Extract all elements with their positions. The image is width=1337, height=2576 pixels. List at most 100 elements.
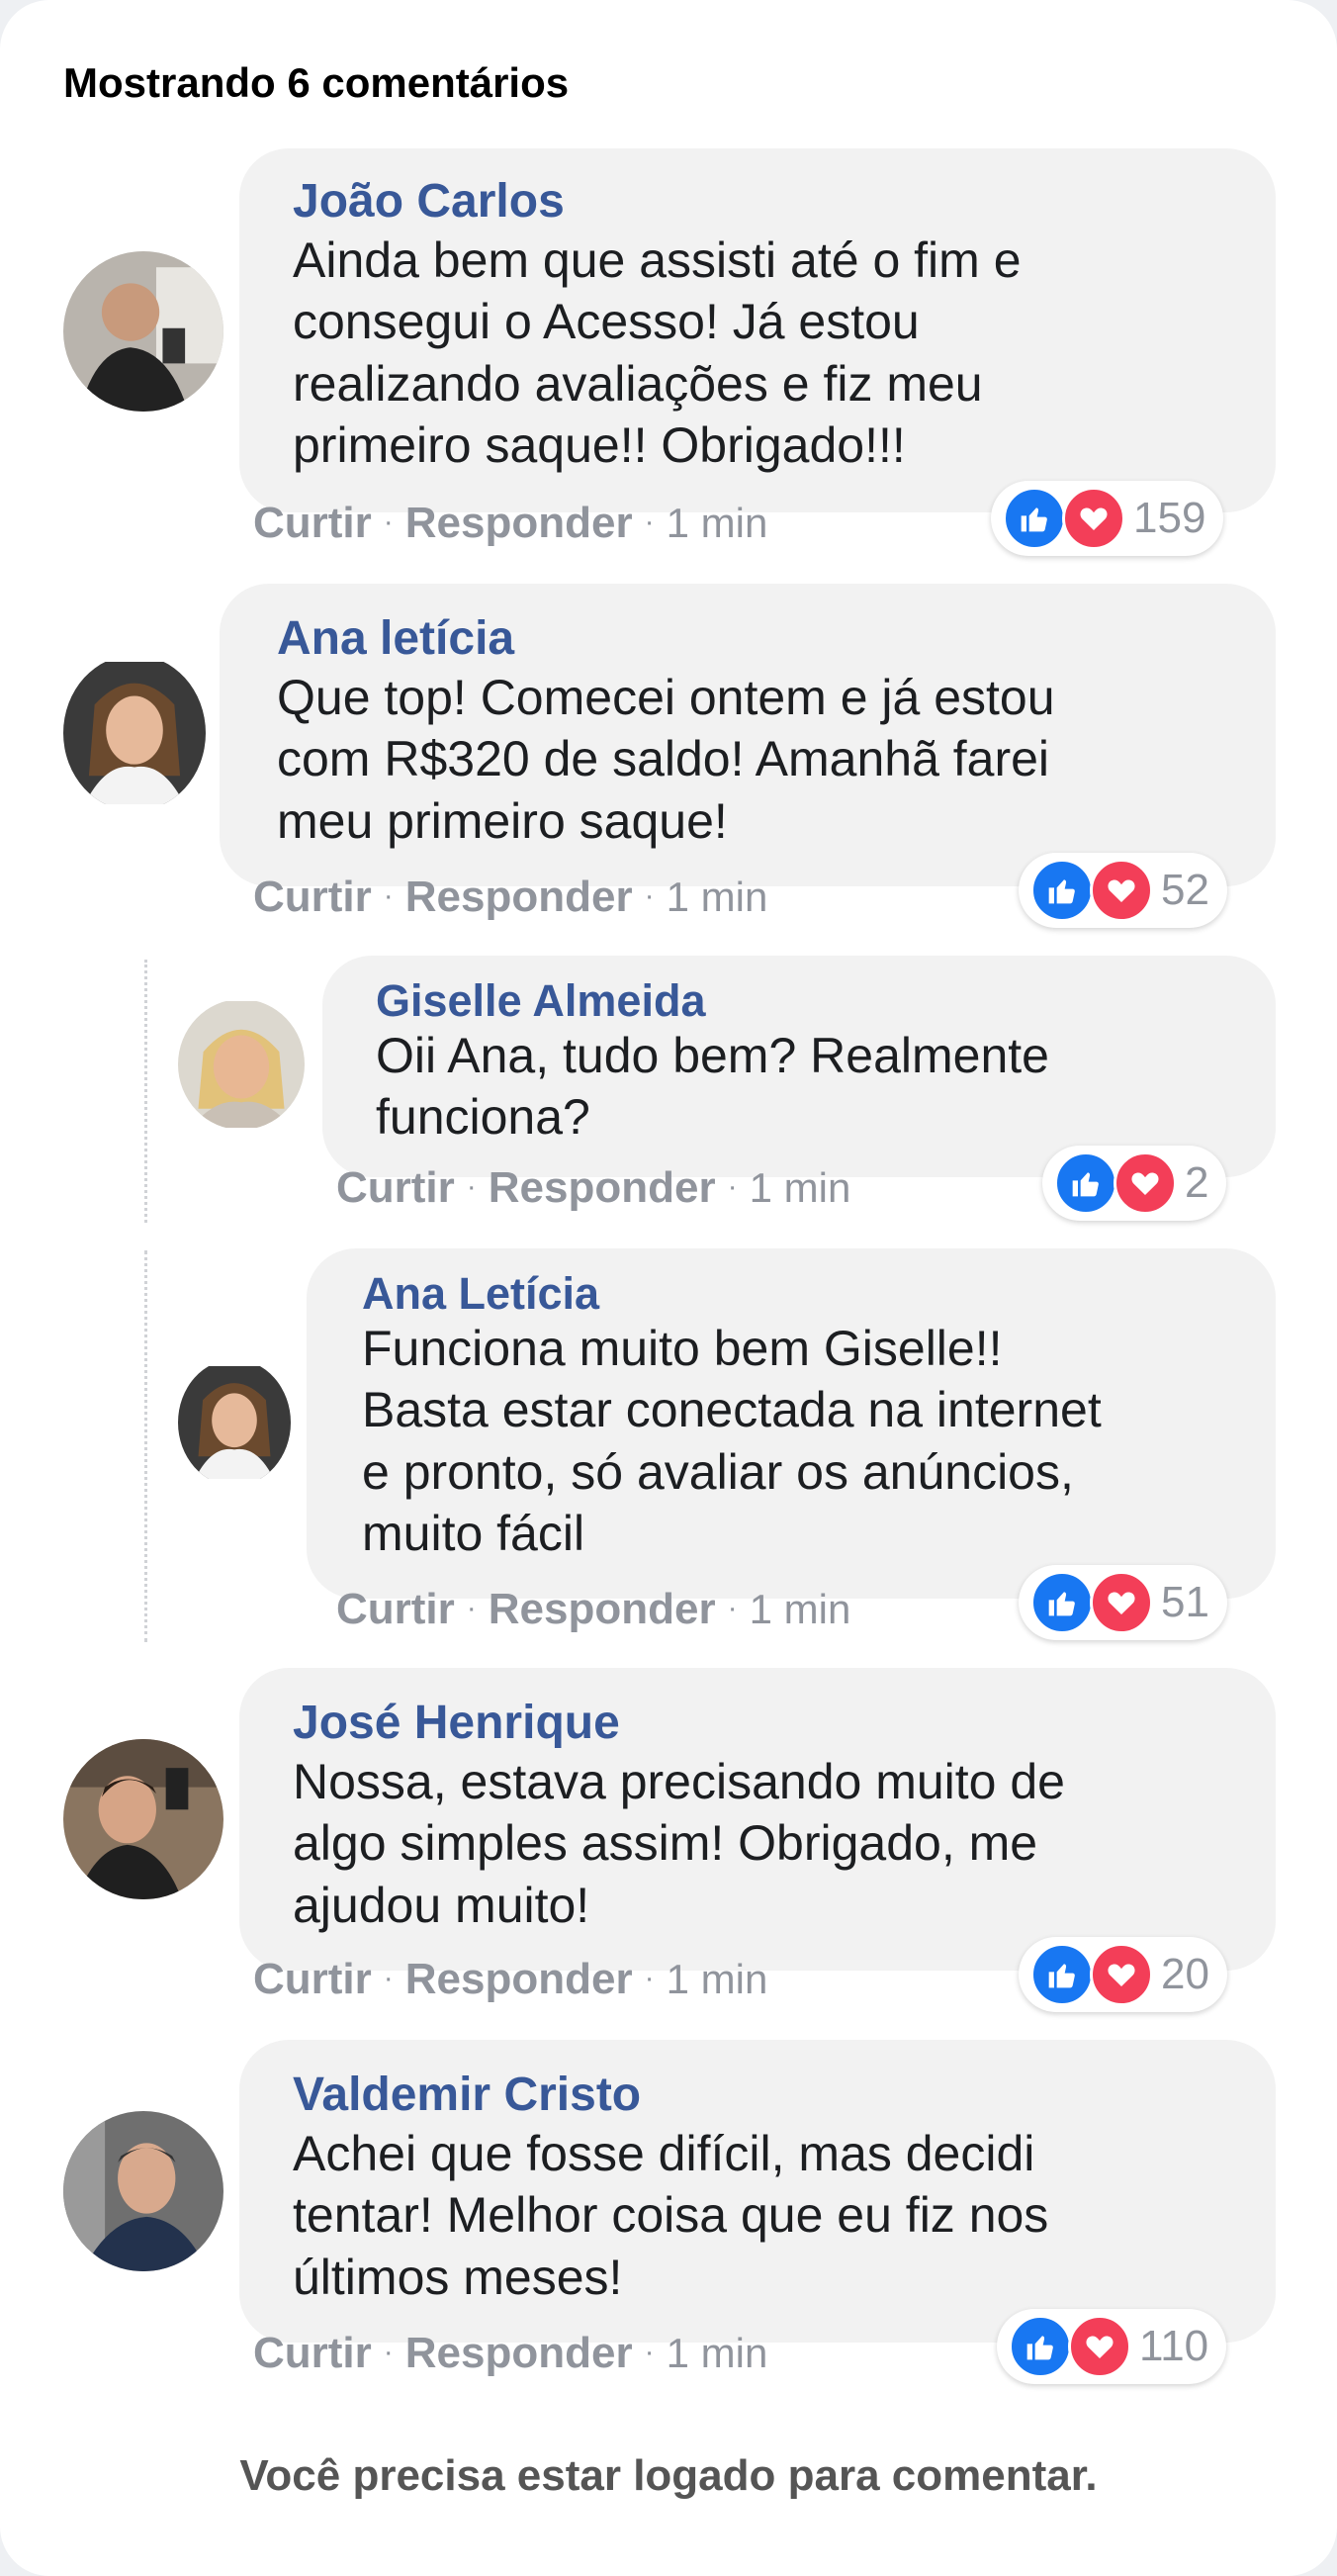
- comment-text-line: Funciona muito bem Giselle!!: [362, 1321, 1003, 1376]
- separator: ·: [727, 1170, 738, 1203]
- avatar[interactable]: [63, 251, 223, 412]
- comment-time: 1 min: [749, 1164, 851, 1211]
- comment-author[interactable]: José Henrique: [293, 1696, 620, 1750]
- comment-text-line: e pronto, só avaliar os anúncios,: [362, 1443, 1074, 1500]
- separator: ·: [383, 506, 394, 538]
- comment-author[interactable]: Valdemir Cristo: [293, 2068, 641, 2122]
- comment-text: Funciona muito bem Giselle!! Basta estar…: [362, 1318, 1102, 1564]
- like-link[interactable]: Curtir: [253, 499, 372, 547]
- comment-time: 1 min: [666, 2330, 768, 2376]
- comment-actions: Curtir · Responder · 1 min: [253, 2329, 767, 2378]
- reply-link[interactable]: Responder: [489, 1163, 716, 1212]
- comment-text-line: algo simples assim! Obrigado, me: [293, 1815, 1038, 1872]
- comment-text-line: Basta estar conectada na internet: [362, 1382, 1102, 1438]
- comment-text-line: funciona?: [376, 1089, 590, 1146]
- avatar[interactable]: [178, 999, 305, 1130]
- separator: ·: [644, 879, 655, 912]
- comment-author[interactable]: João Carlos: [293, 174, 565, 229]
- reactions-badge[interactable]: 110: [997, 2309, 1227, 2384]
- separator: ·: [383, 1962, 394, 1994]
- comment-actions: Curtir · Responder · 1 min: [336, 1163, 850, 1213]
- comment-text-line: tentar! Melhor coisa que eu fiz nos: [293, 2187, 1049, 2244]
- reactions-badge[interactable]: 159: [991, 481, 1224, 556]
- reaction-count: 52: [1161, 866, 1209, 914]
- comment-time: 1 min: [666, 500, 768, 546]
- comment-author[interactable]: Ana letícia: [277, 611, 514, 666]
- comment-text-line: realizando avaliações e fiz meu: [293, 355, 983, 412]
- like-link[interactable]: Curtir: [253, 873, 372, 921]
- like-link[interactable]: Curtir: [253, 1955, 372, 2003]
- comment-text-line: Oii Ana, tudo bem? Realmente: [376, 1028, 1049, 1083]
- reply-link[interactable]: Responder: [405, 2329, 633, 2377]
- comment-time: 1 min: [666, 874, 768, 920]
- avatar[interactable]: [63, 655, 206, 811]
- avatar[interactable]: [63, 1739, 223, 1899]
- comments-count-heading: Mostrando 6 comentários: [63, 59, 570, 106]
- like-link[interactable]: Curtir: [336, 1163, 455, 1212]
- heart-icon: [1090, 1943, 1153, 2006]
- comment-text-line: Nossa, estava precisando muito de: [293, 1754, 1065, 1809]
- separator: ·: [727, 1592, 738, 1624]
- thumbs-up-icon: [1003, 487, 1066, 550]
- like-link[interactable]: Curtir: [253, 2329, 372, 2377]
- reaction-count: 51: [1161, 1578, 1209, 1626]
- avatar[interactable]: [178, 1359, 291, 1486]
- comment-text-line: consegui o Acesso! Já estou: [293, 294, 920, 350]
- comment-actions: Curtir · Responder · 1 min: [253, 1955, 767, 2004]
- comment-actions: Curtir · Responder · 1 min: [336, 1585, 850, 1634]
- comment-text-line: muito fácil: [362, 1505, 585, 1561]
- heart-icon: [1114, 1151, 1177, 1215]
- reply-thread-line: [144, 1250, 147, 1642]
- reply-link[interactable]: Responder: [405, 873, 633, 921]
- comment-text-line: Achei que fosse difícil, mas decidi: [293, 2126, 1035, 2181]
- comment-text-line: Ainda bem que assisti até o fim e: [293, 232, 1022, 288]
- reactions-badge[interactable]: 2: [1042, 1146, 1227, 1221]
- comment-actions: Curtir · Responder · 1 min: [253, 499, 767, 548]
- reply-thread-line: [144, 960, 147, 1223]
- separator: ·: [466, 1592, 477, 1624]
- comment-text-line: Que top! Comecei ontem e já estou: [277, 670, 1055, 725]
- reaction-count: 110: [1139, 2322, 1209, 2370]
- separator: ·: [644, 1962, 655, 1994]
- reply-link[interactable]: Responder: [489, 1585, 716, 1633]
- reaction-count: 159: [1133, 494, 1206, 542]
- reply-link[interactable]: Responder: [405, 1955, 633, 2003]
- heart-icon: [1090, 1571, 1153, 1634]
- comment-text-line: meu primeiro saque!: [277, 792, 728, 849]
- comment-author[interactable]: Giselle Almeida: [376, 975, 705, 1027]
- comment-text: Oii Ana, tudo bem? Realmente funciona?: [376, 1025, 1049, 1149]
- heart-icon: [1090, 859, 1153, 922]
- comment-text-line: primeiro saque!! Obrigado!!!: [293, 416, 906, 473]
- separator: ·: [644, 2336, 655, 2368]
- comment-actions: Curtir · Responder · 1 min: [253, 873, 767, 922]
- comment-text-line: com R$320 de saldo! Amanhã farei: [277, 731, 1050, 787]
- comment-author[interactable]: Ana Letícia: [362, 1268, 599, 1320]
- comment-time: 1 min: [749, 1586, 851, 1632]
- avatar[interactable]: [63, 2111, 223, 2271]
- thumbs-up-icon: [1030, 1571, 1094, 1634]
- separator: ·: [644, 506, 655, 538]
- reactions-badge[interactable]: 51: [1019, 1565, 1227, 1640]
- comment-text-line: últimos meses!: [293, 2249, 623, 2305]
- comments-panel: Mostrando 6 comentários João Carlos Aind…: [0, 0, 1337, 2576]
- thumbs-up-icon: [1030, 1943, 1094, 2006]
- thumbs-up-icon: [1054, 1151, 1117, 1215]
- separator: ·: [383, 879, 394, 912]
- separator: ·: [466, 1170, 477, 1203]
- comment-text-line: ajudou muito!: [293, 1877, 590, 1933]
- comment-text: Nossa, estava precisando muito de algo s…: [293, 1751, 1065, 1936]
- comment-text: Achei que fosse difícil, mas decidi tent…: [293, 2123, 1048, 2308]
- comment-text: Que top! Comecei ontem e já estou com R$…: [277, 667, 1055, 852]
- reaction-count: 2: [1185, 1158, 1209, 1207]
- heart-icon: [1062, 487, 1125, 550]
- reactions-badge[interactable]: 52: [1019, 853, 1227, 928]
- thumbs-up-icon: [1030, 859, 1094, 922]
- like-link[interactable]: Curtir: [336, 1585, 455, 1633]
- heart-icon: [1068, 2315, 1131, 2378]
- reactions-badge[interactable]: 20: [1019, 1937, 1227, 2012]
- thumbs-up-icon: [1009, 2315, 1072, 2378]
- reply-link[interactable]: Responder: [405, 499, 633, 547]
- comment-text: Ainda bem que assisti até o fim e conseg…: [293, 230, 1022, 476]
- separator: ·: [383, 2336, 394, 2368]
- reaction-count: 20: [1161, 1950, 1209, 1998]
